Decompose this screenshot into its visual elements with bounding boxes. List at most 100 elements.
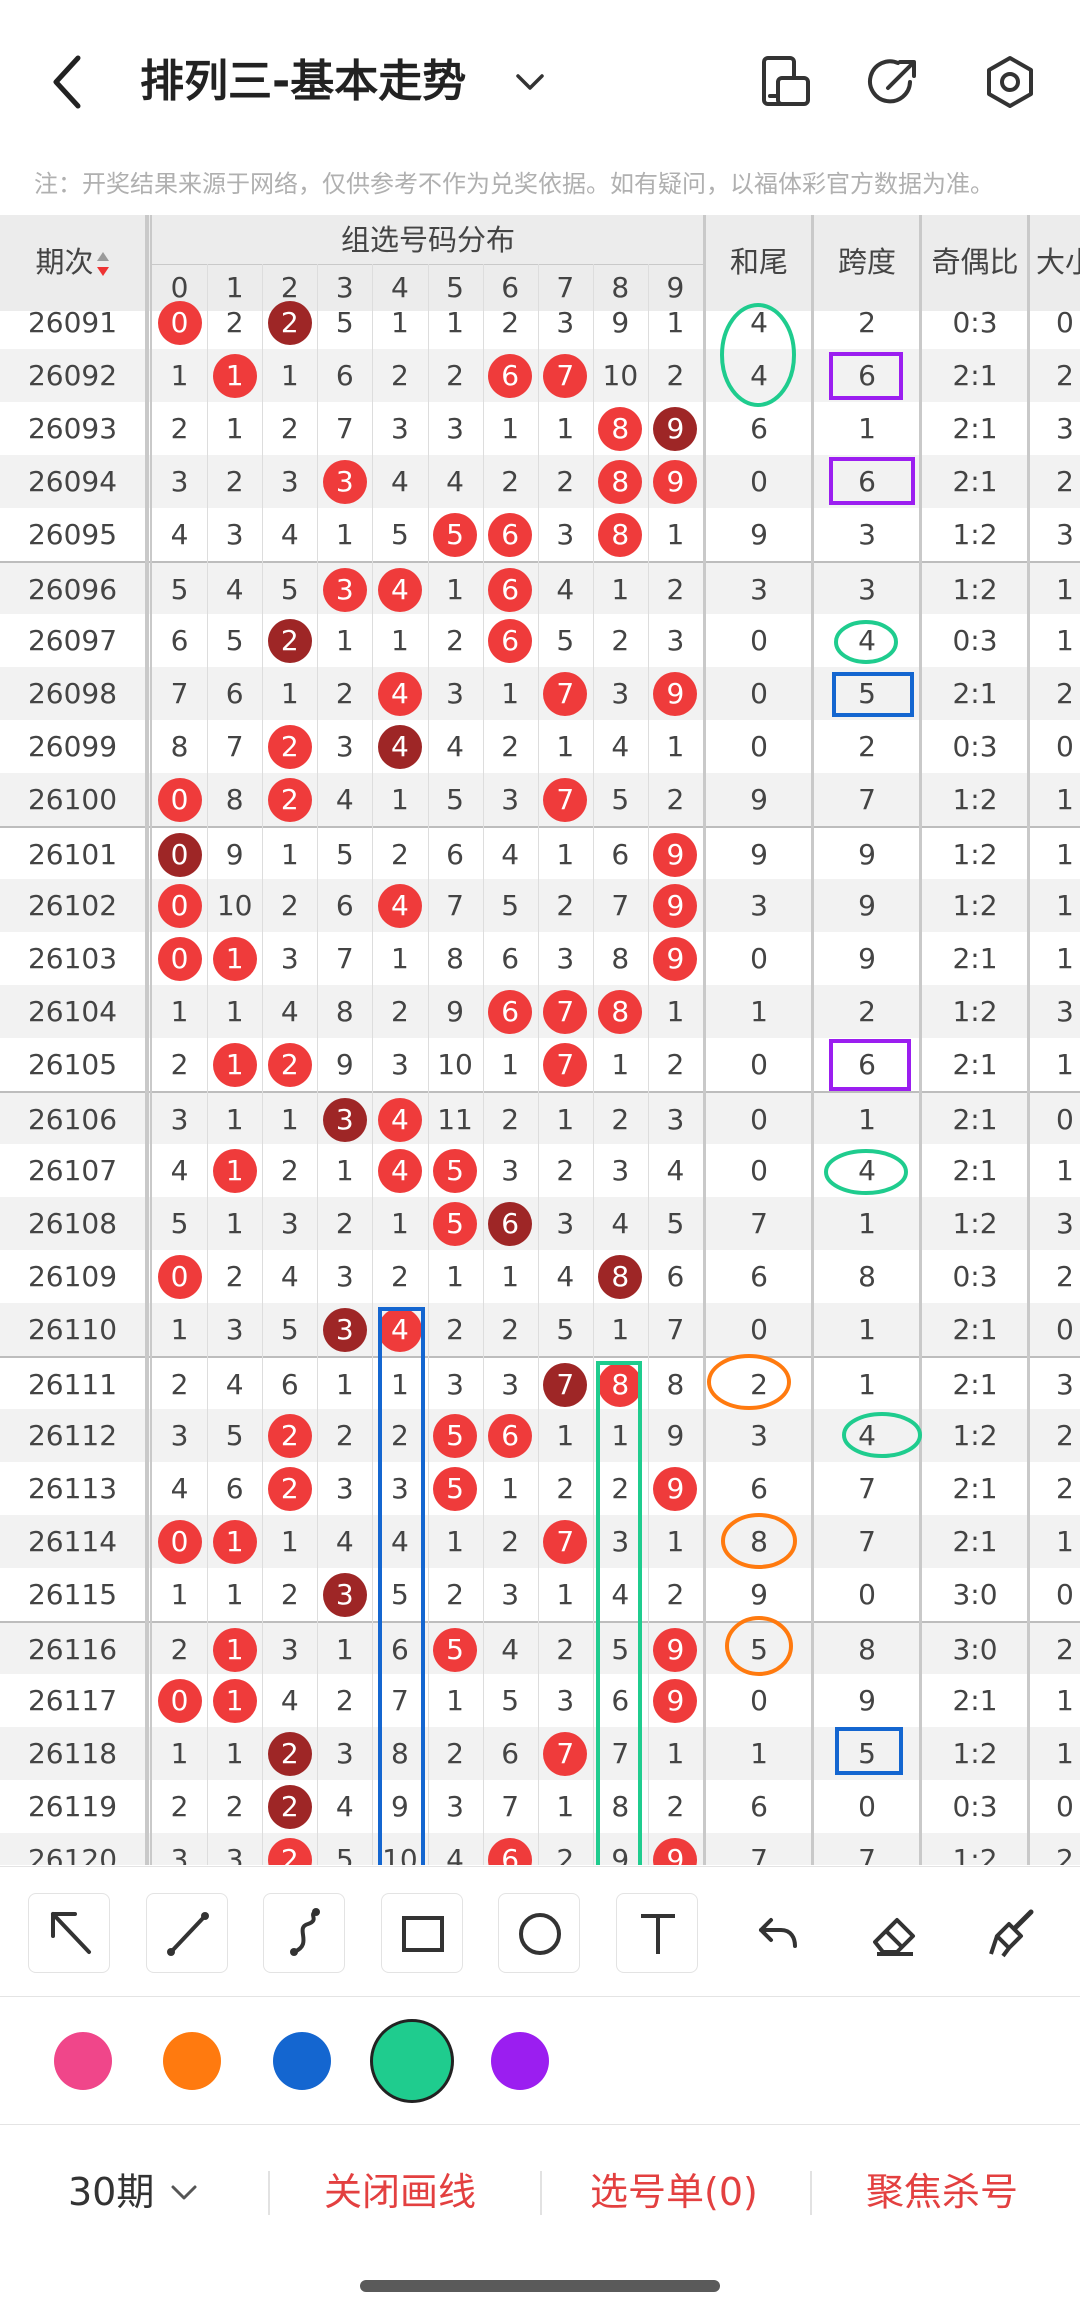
back-button[interactable]: [44, 50, 94, 114]
disclaimer-notice: 注：开奖结果来源于网络，仅供参考不作为兑奖依据。如有疑问，以福体彩官方数据为准。: [34, 170, 994, 198]
close-drawing-button[interactable]: 关闭画线: [324, 2165, 476, 2219]
table-row[interactable]: 26103 0 1 3 7 1 8 6 3 8 9 0 9 2:1 1: [0, 932, 1080, 985]
table-row[interactable]: 26100 0 8 2 4 1 5 3 7 5 2 9 7 1:2 1: [0, 773, 1080, 826]
period-cell: 26110: [27, 1313, 118, 1346]
drawn-number-cell: 5: [428, 1462, 483, 1515]
rotate-screen-icon[interactable]: [756, 52, 816, 112]
text-tool-button[interactable]: [616, 1893, 698, 1973]
omission-cell: 1: [446, 1684, 464, 1717]
table-row[interactable]: 26104 1 1 4 8 2 9 6 7 8 1 1 2 1:2 3: [0, 985, 1080, 1038]
omission-cell: 1: [666, 995, 685, 1028]
table-row[interactable]: 26113 4 6 2 3 3 5 1 2 2 9 6 7 2:1 2: [0, 1462, 1080, 1515]
ball-number: 2: [280, 623, 299, 657]
table-row[interactable]: 26096 5 4 5 3 4 1 6 4 1 2 3 3 1:2 1: [0, 561, 1080, 614]
table-row[interactable]: 26111 2 4 6 1 1 3 3 7 8 8 2 1 2:1 3: [0, 1356, 1080, 1409]
table-row[interactable]: 26099 8 7 2 3 4 4 2 1 4 1 0 2 0:3 0: [0, 720, 1080, 773]
omission-cell: 1: [391, 1368, 409, 1401]
table-row[interactable]: 26101 0 9 1 5 2 6 4 1 6 9 9 9 1:2 1: [0, 826, 1080, 879]
chevron-down-icon[interactable]: [510, 64, 550, 100]
omission-cell: 1: [225, 995, 244, 1028]
period-selector[interactable]: 30期: [68, 2167, 154, 2217]
number-ball: 7: [543, 671, 588, 716]
number-ball: 9: [653, 1837, 698, 1865]
home-indicator: [360, 2280, 720, 2292]
omission-cell: 8: [446, 942, 464, 975]
omission-cell: 1: [666, 518, 685, 551]
table-row[interactable]: 26115 1 1 2 3 5 2 3 1 4 2 9 0 3:0 0: [0, 1568, 1080, 1621]
color-swatch-blue[interactable]: [273, 2032, 331, 2090]
big-small-cell: 1: [1056, 1154, 1074, 1187]
undo-tool-button[interactable]: [734, 1893, 816, 1973]
omission-cell: 1: [556, 1419, 575, 1452]
curve-tool-button[interactable]: [263, 1893, 345, 1973]
table-row[interactable]: 26093 2 1 2 7 3 3 1 1 8 9 6 1 2:1 3: [0, 402, 1080, 455]
table-row[interactable]: 26107 4 1 2 1 4 5 3 2 3 4 0 4 2:1 1: [0, 1144, 1080, 1197]
color-swatch-pink[interactable]: [54, 2032, 112, 2090]
drawn-number-cell: 2: [262, 1462, 317, 1515]
share-icon[interactable]: [864, 52, 924, 112]
table-row[interactable]: 26112 3 5 2 2 2 5 6 1 1 9 3 4 1:2 2: [0, 1409, 1080, 1462]
omission-cell: 4: [280, 995, 299, 1028]
omission-cell: 2: [335, 1419, 354, 1452]
line-tool-button[interactable]: [146, 1893, 228, 1973]
pick-list-button[interactable]: 选号单(0): [590, 2165, 758, 2219]
omission-cell: 7: [666, 1313, 685, 1346]
trend-table[interactable]: 期次 组选号码分布 0123456789 和尾 跨度 奇偶比 大小 26091 0…: [0, 215, 1080, 1865]
drawn-number-cell: 9: [648, 879, 703, 932]
ball-number: 9: [666, 837, 685, 871]
drawn-number-cell: 8: [593, 1358, 648, 1411]
clear-tool-button[interactable]: [970, 1893, 1052, 1973]
drawn-number-cell: 7: [538, 1038, 593, 1091]
table-row[interactable]: 26092 1 1 1 6 2 2 6 7 10 2 4 6 2:1 2: [0, 349, 1080, 402]
focus-kill-button[interactable]: 聚焦杀号: [866, 2165, 1018, 2219]
rectangle-tool-button[interactable]: [381, 1893, 463, 1973]
ball-number: 9: [666, 464, 685, 498]
omission-cell: 2: [556, 1472, 575, 1505]
table-row[interactable]: 26105 2 1 2 9 3 10 1 7 1 2 0 6 2:1 1: [0, 1038, 1080, 1091]
number-ball: 6: [488, 1837, 533, 1865]
page-title[interactable]: 排列三-基本走势: [140, 52, 466, 112]
table-row[interactable]: 26094 3 2 3 3 4 4 2 2 8 9 0 6 2:1 2: [0, 455, 1080, 508]
table-row[interactable]: 26095 4 3 4 1 5 5 6 3 8 1 9 3 1:2 3: [0, 508, 1080, 561]
table-row[interactable]: 26102 0 10 2 6 4 7 5 2 7 9 3 9 1:2 1: [0, 879, 1080, 932]
sum-tail-cell: 0: [750, 942, 768, 975]
table-row[interactable]: 26098 7 6 1 2 4 3 1 7 3 9 0 5 2:1 2: [0, 667, 1080, 720]
omission-cell: 2: [446, 1737, 464, 1770]
table-row[interactable]: 26097 6 5 2 1 1 2 6 5 2 3 0 4 0:3 1: [0, 614, 1080, 667]
omission-cell: 4: [391, 1525, 409, 1558]
chevron-down-icon[interactable]: [168, 2179, 200, 2207]
eraser-tool-button[interactable]: [852, 1893, 934, 1973]
color-swatch-purple[interactable]: [491, 2032, 549, 2090]
circle-tool-button[interactable]: [498, 1893, 580, 1973]
drawn-number-cell: 0: [152, 1674, 207, 1727]
omission-cell: 9: [225, 838, 244, 871]
omission-cell: 3: [280, 1207, 299, 1240]
omission-cell: 2: [501, 1313, 520, 1346]
period-column-header[interactable]: 期次: [0, 239, 145, 285]
color-swatch-orange[interactable]: [163, 2032, 221, 2090]
table-row[interactable]: 26120 3 3 2 5 10 4 6 2 9 9 7 7 1:2 2: [0, 1833, 1080, 1865]
table-row[interactable]: 26116 2 1 3 1 6 5 4 2 5 9 5 8 3:0 2: [0, 1621, 1080, 1674]
table-row[interactable]: 26110 1 3 5 3 4 2 2 5 1 7 0 1 2:1 0: [0, 1303, 1080, 1356]
table-row[interactable]: 26106 3 1 1 3 4 11 2 1 2 3 0 1 2:1 0: [0, 1091, 1080, 1144]
odd-even-cell: 1:2: [952, 995, 998, 1028]
number-ball: 2: [267, 1837, 312, 1865]
number-ball: 8: [598, 1254, 643, 1299]
ball-number: 6: [501, 994, 520, 1028]
period-cell: 26101: [27, 838, 118, 871]
span-cell: 4: [858, 1154, 876, 1187]
table-row[interactable]: 26117 0 1 4 2 7 1 5 3 6 9 0 9 2:1 1: [0, 1674, 1080, 1727]
table-row[interactable]: 26119 2 2 2 4 9 3 7 1 8 2 6 0 0:3 0: [0, 1780, 1080, 1833]
drawn-number-cell: 2: [262, 1409, 317, 1462]
arrow-tool-button[interactable]: [28, 1893, 110, 1973]
table-row[interactable]: 26114 0 1 1 4 4 1 2 7 3 1 8 7 2:1 1: [0, 1515, 1080, 1568]
table-row[interactable]: 26109 0 2 4 3 2 1 1 4 8 6 6 8 0:3 2: [0, 1250, 1080, 1303]
table-row[interactable]: 26118 1 1 2 3 8 2 6 7 7 1 1 5 1:2 1: [0, 1727, 1080, 1780]
omission-cell: 10: [216, 889, 253, 922]
omission-cell: 2: [391, 1260, 409, 1293]
settings-icon[interactable]: [980, 52, 1040, 112]
table-row[interactable]: 26108 5 1 3 2 1 5 6 3 4 5 7 1 1:2 3: [0, 1197, 1080, 1250]
table-row[interactable]: 26091 0 2 2 5 1 1 2 3 9 1 4 2 0:3 0: [0, 296, 1080, 349]
number-ball: 6: [488, 989, 533, 1034]
color-swatch-green-selected[interactable]: [370, 2019, 454, 2103]
